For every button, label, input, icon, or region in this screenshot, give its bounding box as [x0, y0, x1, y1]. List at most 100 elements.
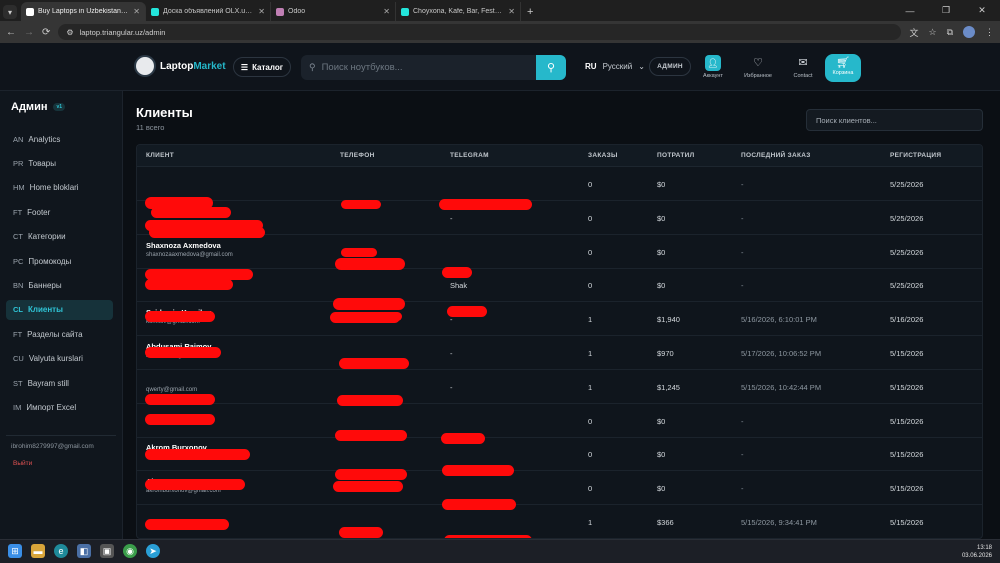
sidebar-item-footer[interactable]: FT Footer	[6, 202, 113, 222]
account-button[interactable]: 👤︎ Аккаунт	[693, 55, 733, 79]
sidebar-item-label: Импорт Excel	[26, 402, 77, 412]
product-search: ⚲	[301, 55, 536, 80]
table-row[interactable]: Saidamin Komilovkomilov@gmail.com-1$1,94…	[137, 302, 982, 337]
registration-date: 5/25/2026	[890, 180, 924, 189]
sidebar-item-code: IM	[13, 402, 22, 412]
catalog-label: Каталог	[252, 62, 284, 72]
user-icon: 👤︎	[705, 55, 721, 71]
cart-button[interactable]: 🛒︎ Корзина	[825, 54, 861, 82]
favorites-button[interactable]: ♡ Избранное	[738, 55, 778, 79]
file-explorer-icon[interactable]: ▬	[31, 544, 45, 558]
edge-browser-icon[interactable]: e	[54, 544, 68, 558]
site-logo[interactable]: LaptopMarket	[134, 55, 226, 77]
orders-count: 1	[588, 382, 593, 392]
extensions-icon[interactable]: ⧉	[947, 27, 953, 38]
sidebar-item-code: FT	[13, 207, 23, 217]
profile-avatar[interactable]	[963, 26, 975, 38]
browser-tab[interactable]: Доска объявлений OLX.uz, pa ✕	[146, 2, 271, 21]
chrome-icon[interactable]: ◉	[123, 544, 137, 558]
sidebar-item-разделы-сайта[interactable]: FT Разделы сайта	[6, 324, 113, 344]
sidebar-item-товары[interactable]: PR Товары	[6, 153, 113, 173]
maximize-icon[interactable]: ❐	[928, 5, 964, 16]
url-bar[interactable]: ⚙ laptop.triangular.uz/admin	[58, 24, 902, 40]
last-order-date: -	[741, 281, 744, 291]
minimize-icon[interactable]: —	[892, 6, 928, 16]
system-clock[interactable]: 13:18 03.06.2026	[962, 544, 992, 560]
table-row[interactable]: Akrom Burxonovakromburxonov@gmail.com0$0…	[137, 437, 982, 481]
orders-count: 0	[588, 450, 593, 460]
table-row[interactable]: 0 $0 - 5/15/2026	[137, 404, 982, 444]
reload-icon[interactable]: ⟳	[42, 27, 50, 38]
table-row[interactable]: Shak 0 $0 - 5/25/2026	[137, 268, 982, 318]
tab-search-chevron-icon[interactable]: ▾	[3, 5, 17, 19]
lang-code: RU	[585, 62, 597, 71]
tab-close-icon[interactable]: ✕	[258, 7, 265, 16]
sidebar-item-valyuta-kurslari[interactable]: CU Valyuta kurslari	[6, 349, 113, 369]
sidebar-item-bayram-still[interactable]: ST Bayram still	[6, 373, 113, 393]
table-row[interactable]: Shaxnoza Axmedova shaxnozaaxmedova@gmail.…	[137, 235, 982, 280]
sidebar-item-home-bloklari[interactable]: HM Home bloklari	[6, 178, 113, 198]
browser-tab[interactable]: Choyxona, Kafe, Bar, FestFood i ✕	[396, 2, 521, 21]
table-row[interactable]: - 0 $0 - 5/25/2026	[137, 201, 982, 257]
table-header: КЛИЕНТ ТЕЛЕФОН TELEGRAM ЗАКАЗЫ ПОТРАТИЛ …	[137, 145, 982, 167]
logout-link[interactable]: Выйти	[13, 460, 32, 467]
admin-button[interactable]: АДМИН	[649, 57, 691, 76]
store-icon[interactable]: ◧	[77, 544, 91, 558]
browser-menu-icon[interactable]: ⋮	[985, 27, 994, 38]
redaction-mark	[145, 413, 215, 425]
product-search-input[interactable]	[321, 62, 522, 73]
amount-spent: $0	[657, 484, 666, 494]
catalog-button[interactable]: ☰ Каталог	[233, 57, 291, 77]
client-email: shaxnozaaxmedova@gmail.com	[146, 251, 233, 258]
forward-icon[interactable]: →	[24, 27, 34, 38]
telegram-icon[interactable]: ➤	[146, 544, 160, 558]
redaction-mark	[359, 481, 401, 491]
window-icon[interactable]: ▣	[100, 544, 114, 558]
tab-favicon-icon	[26, 7, 34, 16]
table-row[interactable]: 0 $0 - 5/25/2026	[137, 167, 982, 218]
translate-icon[interactable]: 文	[909, 26, 918, 39]
table-row[interactable]: Akrom Burxonovakromburxonov@gmail.com0$0…	[137, 471, 982, 511]
tab-close-icon[interactable]: ✕	[133, 7, 140, 16]
registration-date: 5/15/2026	[890, 416, 924, 426]
amount-spent: $0	[657, 247, 666, 257]
orders-count: 0	[588, 416, 593, 426]
bookmark-star-icon[interactable]: ☆	[928, 27, 936, 38]
sidebar-item-категории[interactable]: CT Категории	[6, 227, 113, 247]
new-tab-button[interactable]: +	[521, 6, 539, 21]
site-info-icon[interactable]: ⚙	[66, 28, 73, 37]
table-row[interactable]: Abdusami Raimovabdusami@gmail.com-1$9705…	[137, 336, 982, 370]
amount-spent: $0	[657, 416, 666, 426]
back-icon[interactable]: ←	[6, 27, 16, 38]
sidebar-item-импорт-excel[interactable]: IM Импорт Excel	[6, 397, 113, 417]
search-icon: ⚲	[546, 62, 556, 74]
tab-close-icon[interactable]: ✕	[508, 7, 515, 16]
browser-tab[interactable]: Odoo ✕	[271, 2, 396, 21]
orders-count: 1	[588, 518, 593, 527]
last-order-date: -	[741, 213, 744, 223]
contact-button[interactable]: ✉ Contact	[783, 55, 823, 79]
table-row[interactable]: 1 $366 5/15/2026, 9:34:41 PM 5/15/2026	[137, 505, 982, 538]
client-search-input[interactable]	[806, 109, 983, 131]
sidebar-item-баннеры[interactable]: BN Баннеры	[6, 275, 113, 295]
registration-date: 5/25/2026	[890, 281, 924, 291]
client-email: qwerty@gmail.com	[146, 386, 198, 393]
tab-title: Choyxona, Kafe, Bar, FestFood i	[413, 8, 505, 15]
table-row[interactable]: qwerty@gmail.com - 1 $1,245 5/15/2026, 10:42…	[137, 370, 982, 406]
sidebar-item-промокоды[interactable]: PC Промокоды	[6, 251, 113, 271]
search-button[interactable]: ⚲	[536, 55, 566, 80]
windows-start-icon[interactable]: ⊞	[8, 544, 22, 558]
client-telegram: -	[450, 349, 453, 358]
col-spent: ПОТРАТИЛ	[657, 152, 695, 159]
sidebar-item-клиенты[interactable]: CL Клиенты	[6, 299, 113, 320]
tab-close-icon[interactable]: ✕	[383, 7, 390, 16]
language-selector[interactable]: RU Русский ⌄	[585, 62, 645, 71]
sidebar-item-analytics[interactable]: AN Analytics	[6, 129, 113, 149]
registration-date: 5/15/2026	[890, 484, 924, 494]
redaction-mark	[145, 479, 245, 491]
address-bar-row: ← → ⟳ ⚙ laptop.triangular.uz/admin 文 ☆ ⧉…	[0, 21, 1000, 43]
sidebar-title: Админ	[11, 101, 48, 113]
close-window-icon[interactable]: ✕	[964, 5, 1000, 16]
browser-tab[interactable]: Buy Laptops in Uzbekistan | Be ✕	[21, 2, 146, 21]
logo-text-b: Market	[193, 60, 226, 72]
